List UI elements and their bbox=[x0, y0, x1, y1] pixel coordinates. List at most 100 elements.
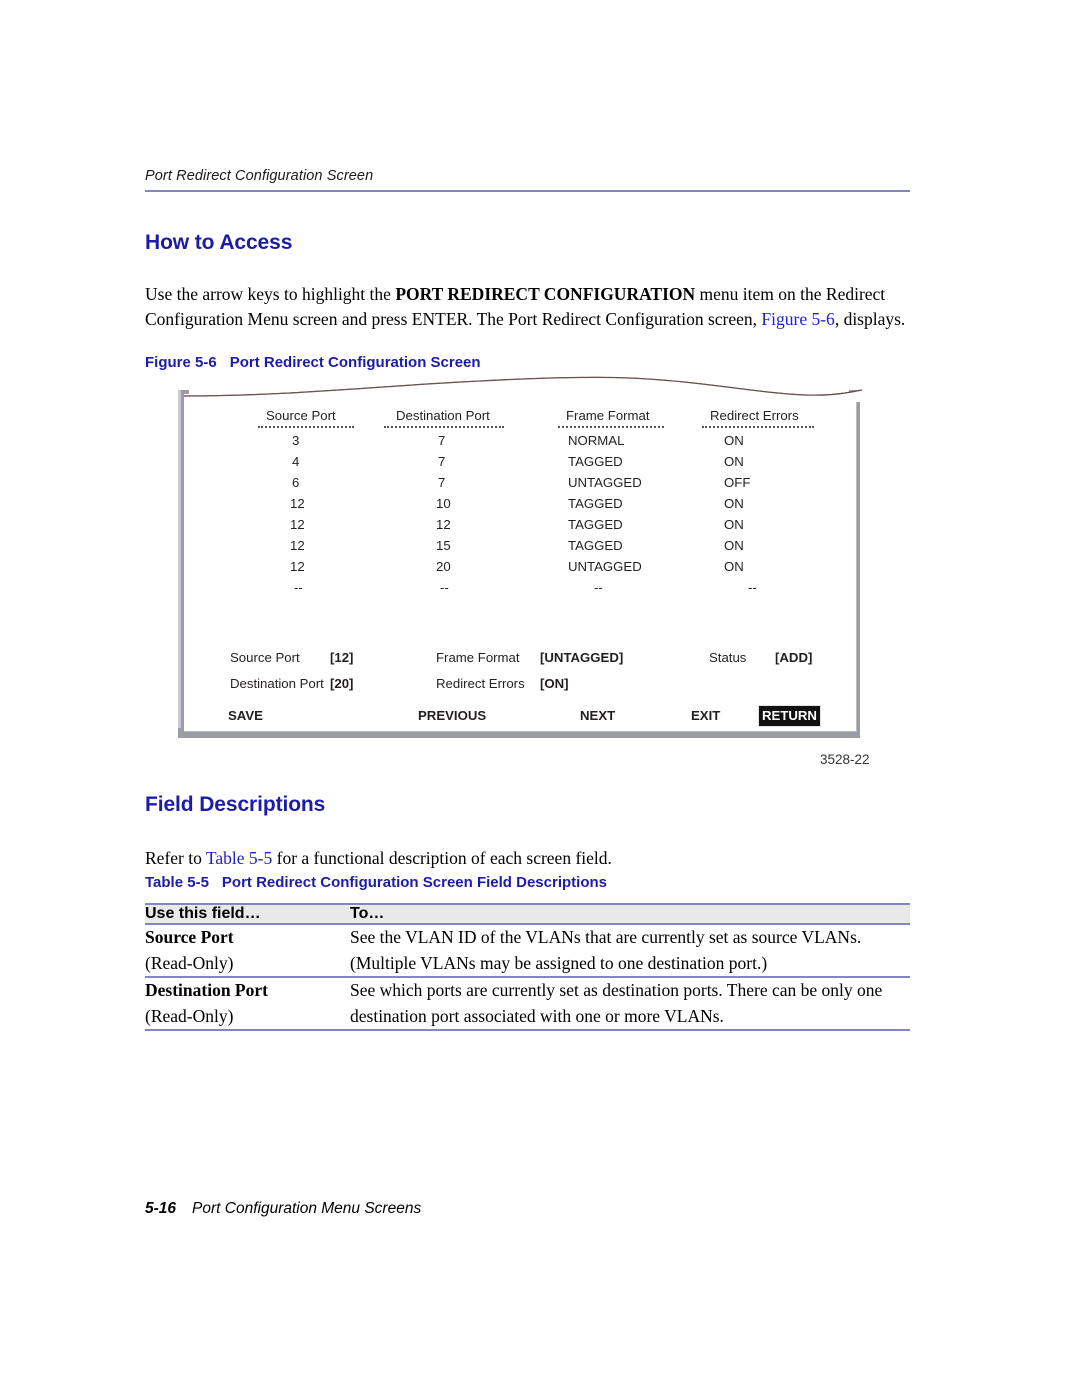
table-header-to: To… bbox=[350, 903, 910, 925]
field-access-destination-port: (Read-Only) bbox=[145, 1005, 234, 1026]
cell-frame-format: NORMAL bbox=[568, 433, 625, 448]
cell-frame-format: TAGGED bbox=[568, 517, 623, 532]
torn-edge-svg bbox=[183, 376, 863, 402]
running-header-text: Port Redirect Configuration Screen bbox=[145, 168, 374, 184]
field-value-redirect-errors[interactable]: [ON] bbox=[540, 676, 569, 691]
table-cell-description: See which ports are currently set as des… bbox=[350, 977, 910, 1031]
column-header-destination-port: Destination Port bbox=[396, 408, 490, 423]
cell-destination-port: 15 bbox=[436, 538, 451, 553]
footer-chapter-title: Port Configuration Menu Screens bbox=[192, 1200, 422, 1217]
table-caption-title: Port Redirect Configuration Screen Field… bbox=[221, 874, 607, 891]
heading-how-to-access: How to Access bbox=[145, 231, 293, 254]
column-rule-destination-port bbox=[384, 426, 504, 428]
cell-redirect-errors: ON bbox=[724, 517, 744, 532]
field-label-frame-format: Frame Format bbox=[436, 650, 520, 665]
command-previous[interactable]: PREVIOUS bbox=[418, 708, 486, 723]
field-access-source-port: (Read-Only) bbox=[145, 952, 234, 973]
table-cross-reference-link[interactable]: Table 5-5 bbox=[206, 848, 272, 868]
table-cell-field: Source Port (Read-Only) bbox=[145, 924, 350, 978]
table-row: Source Port (Read-Only) See the VLAN ID … bbox=[145, 924, 910, 978]
field-label-redirect-errors: Redirect Errors bbox=[436, 676, 525, 691]
cell-redirect-errors: ON bbox=[724, 538, 744, 553]
column-rule-redirect-errors bbox=[702, 426, 814, 428]
table-cell-description: See the VLAN ID of the VLANs that are cu… bbox=[350, 924, 910, 978]
field-label-destination-port: Destination Port bbox=[230, 676, 324, 691]
field-value-destination-port[interactable]: [20] bbox=[330, 676, 353, 691]
table-cell-field: Destination Port (Read-Only) bbox=[145, 977, 350, 1031]
torn-edge-fill bbox=[184, 377, 862, 402]
cell-destination-port: 20 bbox=[436, 559, 451, 574]
command-next[interactable]: NEXT bbox=[580, 708, 615, 723]
table-caption-number: Table 5-5 bbox=[145, 874, 209, 891]
cell-frame-format: UNTAGGED bbox=[568, 475, 642, 490]
cell-redirect-errors: OFF bbox=[724, 475, 751, 490]
running-header: Port Redirect Configuration Screen bbox=[145, 168, 910, 192]
column-rule-frame-format bbox=[558, 426, 664, 428]
cell-destination-port: -- bbox=[440, 580, 449, 595]
cell-source-port: -- bbox=[294, 580, 303, 595]
command-return[interactable]: RETURN bbox=[758, 705, 821, 727]
cell-source-port: 12 bbox=[290, 559, 305, 574]
document-page: Port Redirect Configuration Screen How t… bbox=[0, 0, 1080, 1397]
figure-caption-number: Figure 5-6 bbox=[145, 354, 217, 371]
cell-frame-format: TAGGED bbox=[568, 496, 623, 511]
figure-caption: Figure 5-6 Port Redirect Configuration Sc… bbox=[145, 354, 481, 371]
table-header-use-this-field: Use this field… bbox=[145, 903, 350, 925]
cell-destination-port: 12 bbox=[436, 517, 451, 532]
figure-caption-title: Port Redirect Configuration Screen bbox=[229, 354, 481, 371]
header-rule bbox=[145, 190, 910, 192]
field-value-frame-format[interactable]: [UNTAGGED] bbox=[540, 650, 623, 665]
field-label-status: Status bbox=[709, 650, 747, 665]
cell-destination-port: 7 bbox=[438, 475, 446, 490]
cell-source-port: 12 bbox=[290, 517, 305, 532]
cell-destination-port: 10 bbox=[436, 496, 451, 511]
field-descriptions-table: Use this field… To… Source Port (Read-On… bbox=[145, 903, 910, 1031]
table-row: Destination Port (Read-Only) See which p… bbox=[145, 977, 910, 1031]
paragraph-field-descriptions: Refer to Table 5-5 for a functional desc… bbox=[145, 846, 917, 872]
cell-source-port: 4 bbox=[292, 454, 300, 469]
column-header-source-port: Source Port bbox=[266, 408, 336, 423]
field-label-source-port: Source Port bbox=[230, 650, 300, 665]
command-exit[interactable]: EXIT bbox=[691, 708, 720, 723]
para-text-3: , displays. bbox=[834, 309, 906, 329]
table-caption: Table 5-5 Port Redirect Configuration Scr… bbox=[145, 874, 607, 891]
figure-id-label: 3528-22 bbox=[820, 752, 870, 767]
cell-frame-format: TAGGED bbox=[568, 538, 623, 553]
table-head: Use this field… To… bbox=[145, 903, 910, 925]
cell-source-port: 6 bbox=[292, 475, 300, 490]
para-menu-item: PORT REDIRECT CONFIGURATION bbox=[395, 283, 696, 304]
figure-cross-reference-link[interactable]: Figure 5-6 bbox=[761, 309, 834, 329]
cell-redirect-errors: ON bbox=[724, 454, 744, 469]
cell-redirect-errors: ON bbox=[724, 433, 744, 448]
heading-field-descriptions: Field Descriptions bbox=[145, 793, 326, 816]
table-body: Source Port (Read-Only) See the VLAN ID … bbox=[145, 924, 910, 1031]
cell-destination-port: 7 bbox=[438, 454, 446, 469]
cell-frame-format: -- bbox=[594, 580, 603, 595]
field-value-status[interactable]: [ADD] bbox=[775, 650, 812, 665]
command-save[interactable]: SAVE bbox=[228, 708, 263, 723]
cell-frame-format: UNTAGGED bbox=[568, 559, 642, 574]
figure-torn-top-edge bbox=[178, 376, 868, 402]
footer-page-number: 5-16 bbox=[145, 1200, 177, 1217]
cell-source-port: 12 bbox=[290, 496, 305, 511]
column-header-frame-format: Frame Format bbox=[566, 408, 650, 423]
field-name-source-port: Source Port bbox=[145, 927, 234, 947]
cell-source-port: 12 bbox=[290, 538, 305, 553]
para-text-2: for a functional description of each scr… bbox=[272, 847, 612, 868]
para-text-1: Use the arrow keys to highlight the bbox=[145, 283, 396, 304]
paragraph-how-to-access: Use the arrow keys to highlight the PORT… bbox=[145, 282, 917, 333]
field-name-destination-port: Destination Port bbox=[145, 980, 268, 1000]
cell-redirect-errors: -- bbox=[748, 580, 757, 595]
field-value-source-port[interactable]: [12] bbox=[330, 650, 353, 665]
cell-destination-port: 7 bbox=[438, 433, 446, 448]
column-rule-source-port bbox=[258, 426, 354, 428]
column-header-redirect-errors: Redirect Errors bbox=[710, 408, 799, 423]
figure-frame-left-highlight bbox=[178, 390, 181, 738]
cell-redirect-errors: ON bbox=[724, 496, 744, 511]
cell-source-port: 3 bbox=[292, 433, 300, 448]
cell-frame-format: TAGGED bbox=[568, 454, 623, 469]
para-text-1: Refer to bbox=[145, 847, 206, 868]
cell-redirect-errors: ON bbox=[724, 559, 744, 574]
table-element: Use this field… To… Source Port (Read-On… bbox=[145, 903, 910, 1031]
page-footer: 5-16 Port Configuration Menu Screens bbox=[145, 1200, 421, 1218]
